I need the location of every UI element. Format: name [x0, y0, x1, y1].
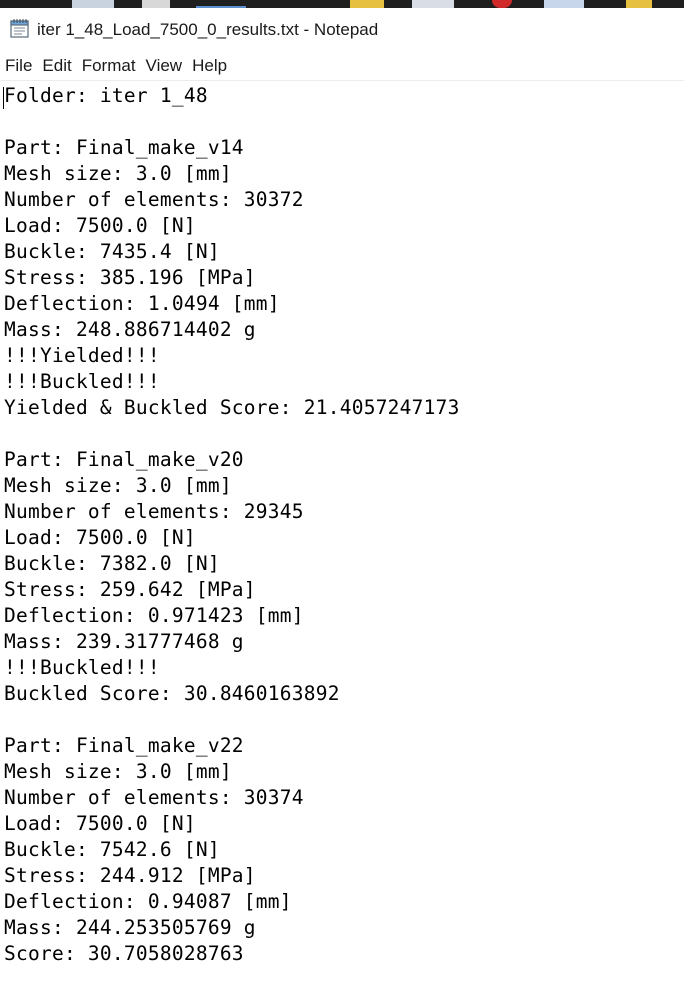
taskbar-app-icon[interactable] — [492, 0, 512, 8]
text-line: Number of elements: 30374 — [4, 786, 304, 809]
taskbar-app-icon[interactable] — [412, 0, 454, 8]
text-line: Number of elements: 30372 — [4, 188, 304, 211]
text-line: Folder: iter 1_48 — [4, 84, 208, 107]
text-line: Stress: 244.912 [MPa] — [4, 864, 256, 887]
menu-help[interactable]: Help — [187, 53, 232, 79]
text-line: Yielded & Buckled Score: 21.4057247173 — [4, 396, 460, 419]
text-line: Stress: 385.196 [MPa] — [4, 266, 256, 289]
text-line: Load: 7500.0 [N] — [4, 526, 196, 549]
text-line: !!!Yielded!!! — [4, 344, 160, 367]
text-line — [4, 109, 460, 135]
text-line — [4, 707, 460, 733]
taskbar-folder-icon[interactable] — [350, 0, 384, 8]
text-line: Load: 7500.0 [N] — [4, 214, 196, 237]
text-line: Deflection: 0.971423 [mm] — [4, 604, 304, 627]
menu-file[interactable]: File — [0, 53, 37, 79]
text-editor-area[interactable]: Folder: iter 1_48 Part: Final_make_v14 M… — [0, 81, 684, 991]
text-line: Load: 7500.0 [N] — [4, 812, 196, 835]
menu-edit[interactable]: Edit — [37, 53, 76, 79]
taskbar-app-icon[interactable] — [72, 0, 114, 8]
text-line: Mass: 239.31777468 g — [4, 630, 244, 653]
menu-view[interactable]: View — [141, 53, 188, 79]
text-line: Mesh size: 3.0 [mm] — [4, 760, 232, 783]
text-line: Mesh size: 3.0 [mm] — [4, 474, 232, 497]
taskbar-folder-icon[interactable] — [626, 0, 652, 8]
text-line: Mass: 248.886714402 g — [4, 318, 256, 341]
window-title: iter 1_48_Load_7500_0_results.txt - Note… — [37, 20, 379, 39]
taskbar-app-icon[interactable] — [196, 0, 246, 8]
taskbar-app-icon[interactable] — [142, 0, 170, 8]
text-line: Buckle: 7382.0 [N] — [4, 552, 220, 575]
text-line: Part: Final_make_v14 — [4, 136, 244, 159]
text-line: !!!Buckled!!! — [4, 370, 160, 393]
text-line: Stress: 259.642 [MPa] — [4, 578, 256, 601]
taskbar-strip — [0, 0, 684, 8]
text-line: Score: 30.7058028763 — [4, 942, 244, 965]
text-line: Buckle: 7542.6 [N] — [4, 838, 220, 861]
notepad-icon — [10, 19, 29, 38]
taskbar-app-icon[interactable] — [544, 0, 584, 8]
text-line: Buckled Score: 30.8460163892 — [4, 682, 340, 705]
menu-bar: File Edit Format View Help — [0, 52, 684, 81]
text-line — [4, 421, 460, 447]
document-text: Folder: iter 1_48 Part: Final_make_v14 M… — [4, 83, 460, 967]
text-line: Mass: 244.253505769 g — [4, 916, 256, 939]
text-line: Part: Final_make_v22 — [4, 734, 244, 757]
menu-format[interactable]: Format — [77, 53, 141, 79]
text-line: !!!Buckled!!! — [4, 656, 160, 679]
text-line: Deflection: 0.94087 [mm] — [4, 890, 292, 913]
text-line: Deflection: 1.0494 [mm] — [4, 292, 280, 315]
text-line: Buckle: 7435.4 [N] — [4, 240, 220, 263]
title-bar[interactable]: iter 1_48_Load_7500_0_results.txt - Note… — [0, 8, 684, 52]
text-line: Mesh size: 3.0 [mm] — [4, 162, 232, 185]
text-line: Number of elements: 29345 — [4, 500, 304, 523]
text-line: Part: Final_make_v20 — [4, 448, 244, 471]
